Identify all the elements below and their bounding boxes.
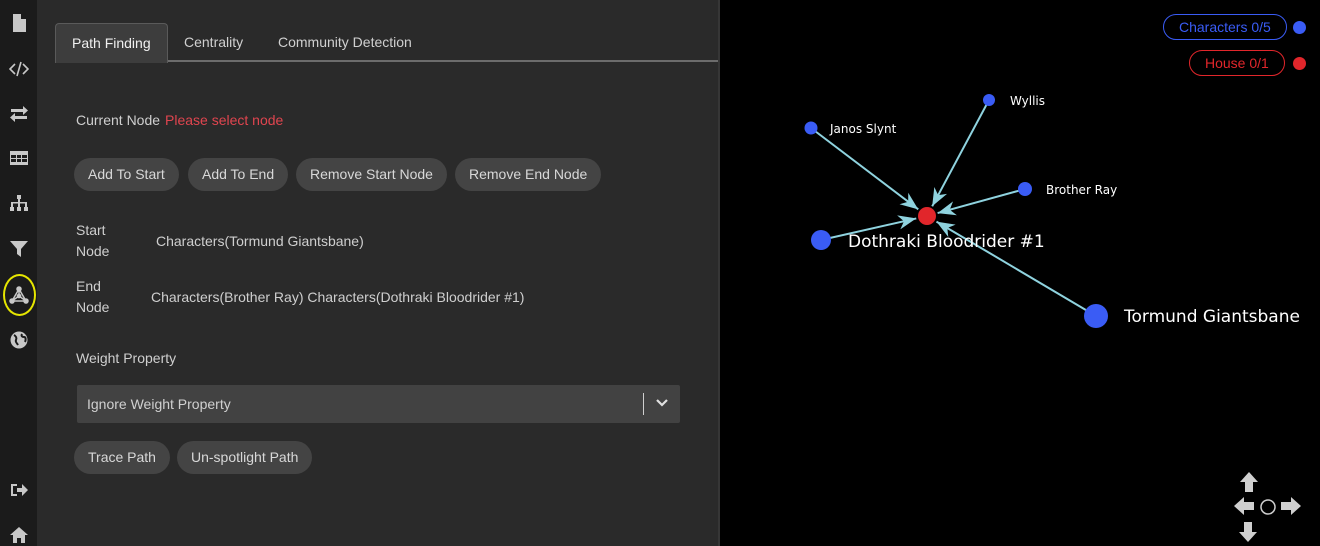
remove-start-node-button[interactable]: Remove Start Node bbox=[296, 158, 447, 191]
home-icon[interactable] bbox=[0, 520, 37, 546]
algorithm-panel: Path Finding Centrality Community Detect… bbox=[37, 0, 720, 546]
pan-left-arrow-icon[interactable] bbox=[1232, 494, 1256, 518]
legend-characters-label: Characters 0/5 bbox=[1179, 19, 1271, 35]
graph-edge-janos-house[interactable] bbox=[810, 127, 919, 211]
graph-node-house[interactable] bbox=[918, 207, 936, 225]
end-node-value: Characters(Brother Ray) Characters(Dothr… bbox=[151, 289, 525, 305]
graph-node-janos[interactable] bbox=[804, 121, 818, 135]
legend-house-label: House 0/1 bbox=[1205, 55, 1269, 71]
current-node-value: Please select node bbox=[165, 112, 284, 128]
graph-node-dothraki[interactable] bbox=[811, 230, 831, 250]
graph-node-label-dothraki: Dothraki Bloodrider #1 bbox=[848, 232, 1045, 252]
legend-house[interactable]: House 0/1 bbox=[1189, 50, 1285, 76]
graph-node-wyllis[interactable] bbox=[983, 94, 995, 106]
tab-path-finding[interactable]: Path Finding bbox=[55, 23, 168, 63]
trace-path-button[interactable]: Trace Path bbox=[74, 441, 170, 474]
select-separator bbox=[643, 393, 644, 415]
globe-icon[interactable] bbox=[0, 325, 37, 355]
start-node-value: Characters(Tormund Giantsbane) bbox=[156, 233, 364, 249]
legend-characters-dot bbox=[1293, 21, 1306, 34]
file-icon[interactable] bbox=[0, 8, 37, 38]
graph-canvas[interactable]: Dothraki Bloodrider #1 Janos Slynt Wyllis B… bbox=[722, 0, 1320, 546]
center-view-icon[interactable] bbox=[1259, 498, 1277, 516]
remove-end-node-button[interactable]: Remove End Node bbox=[455, 158, 602, 191]
icon-sidebar bbox=[0, 0, 37, 546]
code-icon[interactable] bbox=[0, 54, 37, 84]
add-to-start-button[interactable]: Add To Start bbox=[74, 158, 179, 191]
start-node-label-line1: Start bbox=[76, 222, 106, 238]
graph-node-label-tormund: Tormund Giantsbane bbox=[1123, 307, 1300, 327]
pan-right-arrow-icon[interactable] bbox=[1279, 494, 1303, 518]
graph-edge-wyllis-house[interactable] bbox=[931, 99, 990, 207]
swap-arrows-icon[interactable] bbox=[0, 99, 37, 129]
legend-house-dot bbox=[1293, 57, 1306, 70]
weight-property-label: Weight Property bbox=[76, 350, 177, 366]
graph-node-tormund[interactable] bbox=[1084, 304, 1108, 328]
graph-node-label-wyllis: Wyllis bbox=[1010, 94, 1045, 108]
pan-down-arrow-icon[interactable] bbox=[1233, 520, 1263, 544]
pan-up-arrow-icon[interactable] bbox=[1234, 470, 1264, 494]
sign-out-icon[interactable] bbox=[0, 475, 37, 505]
graph-edge-brother-house[interactable] bbox=[937, 188, 1026, 216]
graph-algorithm-icon[interactable] bbox=[0, 280, 37, 310]
graph-svg[interactable]: Dothraki Bloodrider #1 Janos Slynt Wyllis B… bbox=[722, 0, 1320, 546]
graph-node-brother[interactable] bbox=[1018, 182, 1032, 196]
tab-centrality[interactable]: Centrality bbox=[168, 23, 259, 62]
weight-property-select[interactable]: Ignore Weight Property bbox=[77, 385, 680, 423]
end-node-label-line2: Node bbox=[76, 299, 110, 315]
graph-node-label-brother: Brother Ray bbox=[1046, 183, 1117, 197]
hierarchy-icon[interactable] bbox=[0, 189, 37, 219]
table-icon[interactable] bbox=[0, 143, 37, 173]
start-node-label-line2: Node bbox=[76, 243, 110, 259]
graph-node-label-janos: Janos Slynt bbox=[829, 122, 897, 136]
tab-bar: Path Finding Centrality Community Detect… bbox=[55, 23, 718, 63]
unspotlight-path-button[interactable]: Un-spotlight Path bbox=[177, 441, 313, 474]
add-to-end-button[interactable]: Add To End bbox=[188, 158, 289, 191]
end-node-label-line1: End bbox=[76, 278, 101, 294]
weight-property-value: Ignore Weight Property bbox=[87, 396, 231, 412]
current-node-label: Current Node bbox=[76, 112, 161, 128]
legend-characters[interactable]: Characters 0/5 bbox=[1163, 14, 1287, 40]
chevron-down-icon[interactable] bbox=[654, 395, 670, 411]
filter-icon[interactable] bbox=[0, 234, 37, 264]
tab-community-detection[interactable]: Community Detection bbox=[262, 23, 428, 62]
